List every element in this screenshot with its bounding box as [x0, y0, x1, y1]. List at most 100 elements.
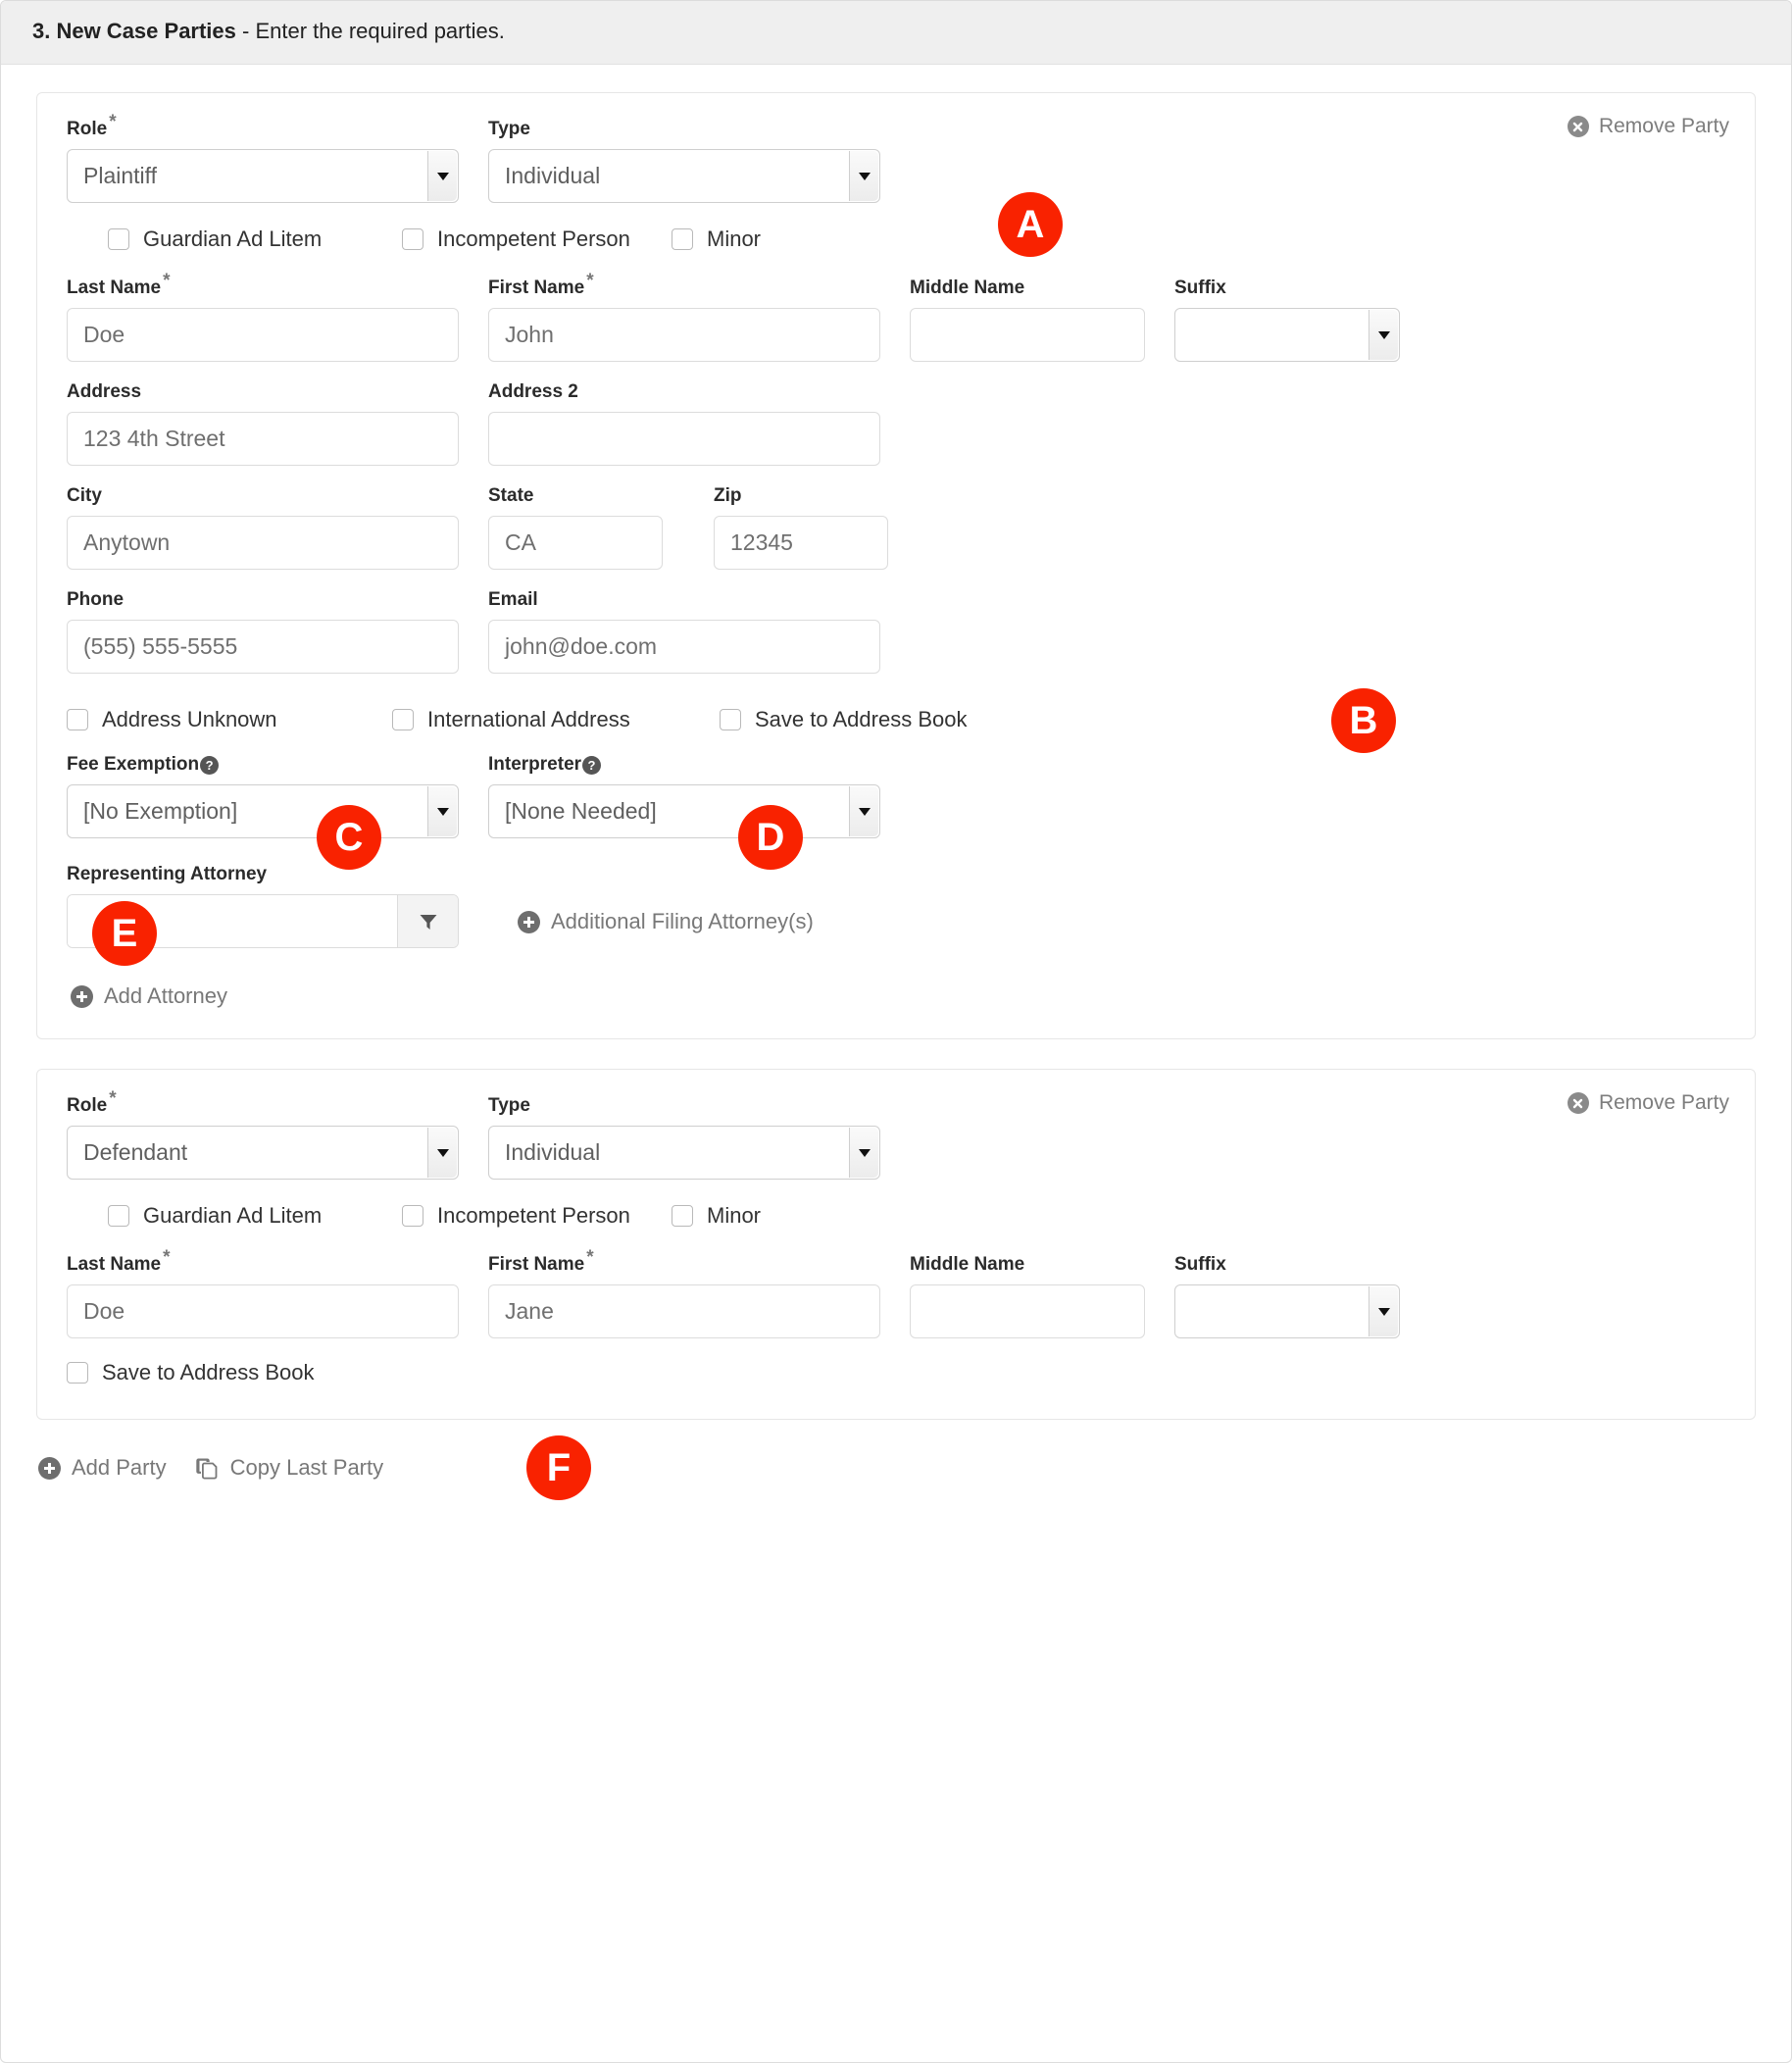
annotation-badge-e: E — [92, 901, 157, 966]
email-input-1[interactable]: john@doe.com — [488, 620, 880, 674]
help-circle-icon[interactable]: ? — [200, 756, 219, 775]
name-row-1: Last Name* Doe First Name* John Middle N… — [67, 277, 1725, 362]
first-name-label: First Name* — [488, 277, 880, 299]
fee-interpreter-row-1: Fee Exemption? [No Exemption] Interprete… — [67, 754, 1725, 838]
x-circle-icon — [1568, 1092, 1589, 1114]
checkbox-guardian-ad-litem-1[interactable]: Guardian Ad Litem — [108, 226, 402, 252]
last-name-input-1[interactable]: Doe — [67, 308, 459, 362]
checkbox-label: Save to Address Book — [102, 1360, 314, 1385]
checkbox-box[interactable] — [402, 1205, 423, 1227]
add-attorney-button-1[interactable]: Add Attorney — [71, 983, 227, 1009]
fee-exemption-field-1: Fee Exemption? [No Exemption] — [67, 754, 459, 838]
state-input-1[interactable]: CA — [488, 516, 663, 570]
last-name-label: Last Name* — [67, 1254, 459, 1276]
additional-filing-attorneys-button-1[interactable]: Additional Filing Attorney(s) — [518, 909, 814, 934]
phone-input-1[interactable]: (555) 555-5555 — [67, 620, 459, 674]
address-field-1: Address 123 4th Street — [67, 381, 459, 466]
role-field-1: Role* Plaintiff — [67, 119, 459, 203]
role-label: Role* — [67, 1095, 459, 1117]
chevron-down-icon[interactable] — [849, 786, 878, 836]
annotation-badge-c: C — [317, 805, 381, 870]
first-name-input-1[interactable]: John — [488, 308, 880, 362]
chevron-down-icon[interactable] — [427, 1128, 457, 1178]
address-input-1[interactable]: 123 4th Street — [67, 412, 459, 466]
chevron-down-icon[interactable] — [427, 151, 457, 201]
middle-name-input-1[interactable] — [910, 308, 1145, 362]
first-name-label: First Name* — [488, 1254, 880, 1276]
checkbox-minor-1[interactable]: Minor — [672, 226, 761, 252]
checkbox-save-to-address-book-1[interactable]: Save to Address Book — [720, 707, 967, 732]
type-field-2: Type Individual — [488, 1095, 880, 1180]
help-circle-icon[interactable]: ? — [582, 756, 601, 775]
section-number: 3. New Case Parties — [32, 19, 236, 43]
checkbox-box[interactable] — [392, 709, 414, 730]
section-body: Remove Party Role* Plaintiff Type Indivi… — [1, 65, 1791, 1520]
last-name-input-2[interactable]: Doe — [67, 1284, 459, 1338]
middle-name-field-2: Middle Name — [910, 1254, 1145, 1338]
chevron-down-icon[interactable] — [1369, 1286, 1398, 1336]
add-party-button[interactable]: Add Party — [38, 1455, 167, 1481]
copy-last-party-button[interactable]: Copy Last Party — [194, 1455, 384, 1481]
middle-name-label: Middle Name — [910, 277, 1145, 299]
chevron-down-icon[interactable] — [849, 1128, 878, 1178]
section-header: 3. New Case Parties - Enter the required… — [1, 1, 1791, 65]
role-select-2[interactable]: Defendant — [67, 1126, 459, 1180]
checkbox-box[interactable] — [67, 709, 88, 730]
role-select-1[interactable]: Plaintiff — [67, 149, 459, 203]
party-panel-1: Remove Party Role* Plaintiff Type Indivi… — [36, 92, 1756, 1039]
copy-last-party-label: Copy Last Party — [230, 1455, 384, 1481]
checkbox-international-address-1[interactable]: International Address — [392, 707, 720, 732]
city-label: City — [67, 485, 459, 507]
type-label: Type — [488, 119, 880, 140]
checkbox-incompetent-person-1[interactable]: Incompetent Person — [402, 226, 672, 252]
chevron-down-icon[interactable] — [1369, 310, 1398, 360]
suffix-select-2[interactable] — [1174, 1284, 1400, 1338]
suffix-label: Suffix — [1174, 277, 1400, 299]
remove-party-button-2[interactable]: Remove Party — [1568, 1091, 1729, 1115]
zip-input-1[interactable]: 12345 — [714, 516, 888, 570]
checkbox-box[interactable] — [672, 228, 693, 250]
checkbox-box[interactable] — [108, 228, 129, 250]
phone-field-1: Phone (555) 555-5555 — [67, 589, 459, 674]
plus-circle-icon — [71, 985, 93, 1008]
checkbox-box[interactable] — [67, 1362, 88, 1384]
suffix-select-1[interactable] — [1174, 308, 1400, 362]
city-input-1[interactable]: Anytown — [67, 516, 459, 570]
fee-exemption-select-1[interactable]: [No Exemption] — [67, 784, 459, 838]
email-label: Email — [488, 589, 880, 611]
checkbox-box[interactable] — [108, 1205, 129, 1227]
interpreter-select-1[interactable]: [None Needed] — [488, 784, 880, 838]
type-select-2[interactable]: Individual — [488, 1126, 880, 1180]
middle-name-input-2[interactable] — [910, 1284, 1145, 1338]
remove-party-button-1[interactable]: Remove Party — [1568, 115, 1729, 138]
checkbox-save-to-address-book-2[interactable]: Save to Address Book — [67, 1360, 314, 1385]
additional-filing-attorneys-label: Additional Filing Attorney(s) — [551, 909, 814, 934]
checkbox-minor-2[interactable]: Minor — [672, 1203, 761, 1229]
type-select-1[interactable]: Individual — [488, 149, 880, 203]
fee-exemption-label: Fee Exemption? — [67, 754, 459, 776]
first-name-input-2[interactable]: Jane — [488, 1284, 880, 1338]
last-name-field-2: Last Name* Doe — [67, 1254, 459, 1338]
checkbox-box[interactable] — [402, 228, 423, 250]
chevron-down-icon[interactable] — [849, 151, 878, 201]
phone-label: Phone — [67, 589, 459, 611]
checkbox-incompetent-person-2[interactable]: Incompetent Person — [402, 1203, 672, 1229]
chevron-down-icon[interactable] — [427, 786, 457, 836]
party-flags-row-1: Guardian Ad Litem Incompetent Person Min… — [108, 226, 1725, 252]
plus-circle-icon — [518, 911, 540, 933]
role-value-2: Defendant — [83, 1139, 187, 1166]
checkbox-address-unknown-1[interactable]: Address Unknown — [67, 707, 392, 732]
city-state-zip-row-1: City Anytown State CA Zip 12345 — [67, 485, 1725, 570]
checkbox-box[interactable] — [720, 709, 741, 730]
zip-field-1: Zip 12345 — [714, 485, 888, 570]
suffix-field-1: Suffix — [1174, 277, 1400, 362]
add-attorney-label: Add Attorney — [104, 983, 227, 1009]
city-field-1: City Anytown — [67, 485, 459, 570]
checkbox-label: Minor — [707, 1203, 761, 1229]
type-value-2: Individual — [505, 1139, 600, 1166]
checkbox-guardian-ad-litem-2[interactable]: Guardian Ad Litem — [108, 1203, 402, 1229]
checkbox-box[interactable] — [672, 1205, 693, 1227]
last-name-field-1: Last Name* Doe — [67, 277, 459, 362]
funnel-icon[interactable] — [397, 895, 458, 947]
address2-input-1[interactable] — [488, 412, 880, 466]
